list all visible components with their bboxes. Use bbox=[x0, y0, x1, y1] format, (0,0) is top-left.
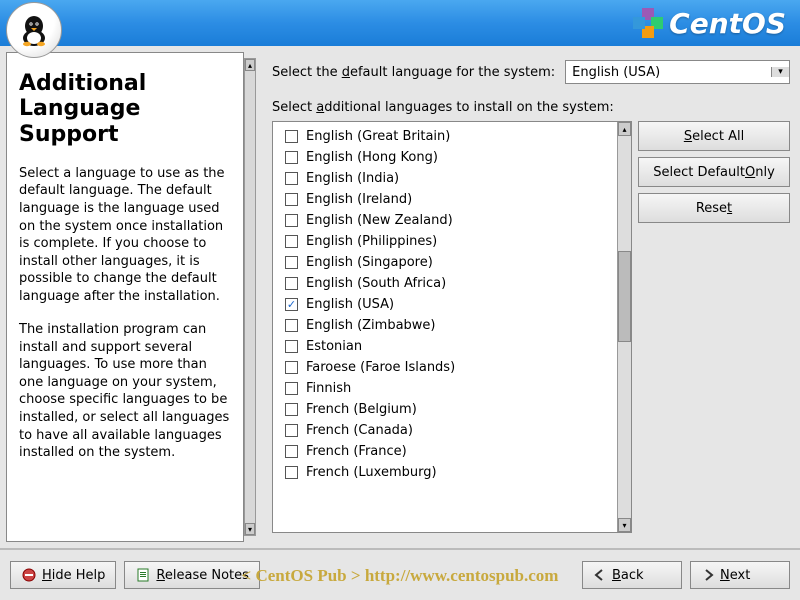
language-row[interactable]: French (Belgium) bbox=[273, 399, 617, 420]
language-row[interactable]: English (Hong Kong) bbox=[273, 147, 617, 168]
language-row[interactable]: English (Great Britain) bbox=[273, 126, 617, 147]
language-label: English (India) bbox=[306, 171, 399, 186]
language-checkbox[interactable] bbox=[285, 382, 298, 395]
language-row[interactable]: English (Zimbabwe) bbox=[273, 315, 617, 336]
language-checkbox[interactable] bbox=[285, 340, 298, 353]
help-paragraph-1: Select a language to use as the default … bbox=[19, 165, 231, 305]
language-label: English (Ireland) bbox=[306, 192, 412, 207]
language-row[interactable]: English (Singapore) bbox=[273, 252, 617, 273]
language-label: English (Great Britain) bbox=[306, 129, 450, 144]
language-checkbox[interactable] bbox=[285, 298, 298, 311]
language-row[interactable]: English (USA) bbox=[273, 294, 617, 315]
main-panel: Select the default language for the syst… bbox=[262, 46, 800, 548]
arrow-left-icon bbox=[593, 568, 607, 582]
language-checkbox[interactable] bbox=[285, 424, 298, 437]
release-notes-icon bbox=[135, 567, 151, 583]
help-panel: Additional Language Support Select a lan… bbox=[0, 46, 262, 548]
language-row[interactable]: English (India) bbox=[273, 168, 617, 189]
help-paragraph-2: The installation program can install and… bbox=[19, 321, 231, 461]
language-checkbox[interactable] bbox=[285, 172, 298, 185]
scroll-up-icon[interactable]: ▴ bbox=[618, 122, 631, 136]
brand-text: CentOS bbox=[669, 7, 786, 40]
language-label: Faroese (Faroe Islands) bbox=[306, 360, 455, 375]
chevron-down-icon[interactable]: ▾ bbox=[771, 67, 789, 77]
distro-logo bbox=[6, 2, 62, 58]
language-checkbox[interactable] bbox=[285, 256, 298, 269]
language-row[interactable]: English (South Africa) bbox=[273, 273, 617, 294]
tux-icon bbox=[16, 12, 52, 48]
hide-help-icon bbox=[21, 567, 37, 583]
language-checkbox[interactable] bbox=[285, 130, 298, 143]
language-label: Finnish bbox=[306, 381, 351, 396]
footer: Hide Help Release Notes < CentOS Pub > h… bbox=[0, 548, 800, 600]
reset-button[interactable]: Reset bbox=[638, 193, 790, 223]
language-row[interactable]: Estonian bbox=[273, 336, 617, 357]
language-checkbox[interactable] bbox=[285, 319, 298, 332]
language-checkbox[interactable] bbox=[285, 151, 298, 164]
back-button[interactable]: Back bbox=[582, 561, 682, 589]
language-label: English (Singapore) bbox=[306, 255, 433, 270]
help-box: Additional Language Support Select a lan… bbox=[6, 52, 244, 542]
default-language-select[interactable]: English (USA) ▾ bbox=[565, 60, 790, 84]
select-all-button[interactable]: Select All bbox=[638, 121, 790, 151]
language-label: English (Zimbabwe) bbox=[306, 318, 436, 333]
arrow-right-icon bbox=[701, 568, 715, 582]
select-default-only-button[interactable]: Select Default Only bbox=[638, 157, 790, 187]
language-checkbox[interactable] bbox=[285, 277, 298, 290]
help-title: Additional Language Support bbox=[19, 71, 231, 147]
brand: CentOS bbox=[633, 7, 786, 40]
scroll-up-icon[interactable]: ▴ bbox=[245, 59, 255, 71]
language-label: French (Belgium) bbox=[306, 402, 417, 417]
header: CentOS bbox=[0, 0, 800, 46]
language-checkbox[interactable] bbox=[285, 445, 298, 458]
language-checkbox[interactable] bbox=[285, 214, 298, 227]
help-scrollbar[interactable]: ▴ ▾ bbox=[244, 58, 256, 536]
language-label: French (Luxemburg) bbox=[306, 465, 437, 480]
language-label: English (South Africa) bbox=[306, 276, 446, 291]
language-row[interactable]: English (Ireland) bbox=[273, 189, 617, 210]
language-label: English (New Zealand) bbox=[306, 213, 453, 228]
language-label: English (Hong Kong) bbox=[306, 150, 438, 165]
language-row[interactable]: English (New Zealand) bbox=[273, 210, 617, 231]
language-checkbox[interactable] bbox=[285, 235, 298, 248]
language-label: Estonian bbox=[306, 339, 362, 354]
language-row[interactable]: English (Philippines) bbox=[273, 231, 617, 252]
language-checkbox[interactable] bbox=[285, 466, 298, 479]
scroll-down-icon[interactable]: ▾ bbox=[245, 523, 255, 535]
centos-icon bbox=[633, 8, 663, 38]
default-language-value: English (USA) bbox=[566, 65, 771, 80]
language-label: French (Canada) bbox=[306, 423, 413, 438]
default-language-label: Select the default language for the syst… bbox=[272, 65, 555, 80]
language-label: English (Philippines) bbox=[306, 234, 437, 249]
language-row[interactable]: French (France) bbox=[273, 441, 617, 462]
release-notes-button[interactable]: Release Notes bbox=[124, 561, 259, 589]
additional-languages-label: Select additional languages to install o… bbox=[272, 100, 790, 115]
content: Additional Language Support Select a lan… bbox=[0, 46, 800, 548]
language-row[interactable]: French (Luxemburg) bbox=[273, 462, 617, 483]
language-checkbox[interactable] bbox=[285, 193, 298, 206]
language-row[interactable]: Faroese (Faroe Islands) bbox=[273, 357, 617, 378]
language-row[interactable]: Finnish bbox=[273, 378, 617, 399]
scroll-down-icon[interactable]: ▾ bbox=[618, 518, 631, 532]
language-checkbox[interactable] bbox=[285, 403, 298, 416]
hide-help-button[interactable]: Hide Help bbox=[10, 561, 116, 589]
language-checkbox[interactable] bbox=[285, 361, 298, 374]
scroll-thumb[interactable] bbox=[618, 251, 631, 343]
next-button[interactable]: Next bbox=[690, 561, 790, 589]
language-list[interactable]: English (Great Britain) English (Hong Kon… bbox=[272, 121, 632, 533]
language-row[interactable]: French (Canada) bbox=[273, 420, 617, 441]
language-label: French (France) bbox=[306, 444, 407, 459]
language-label: English (USA) bbox=[306, 297, 394, 312]
language-list-scrollbar[interactable]: ▴ ▾ bbox=[617, 122, 631, 532]
